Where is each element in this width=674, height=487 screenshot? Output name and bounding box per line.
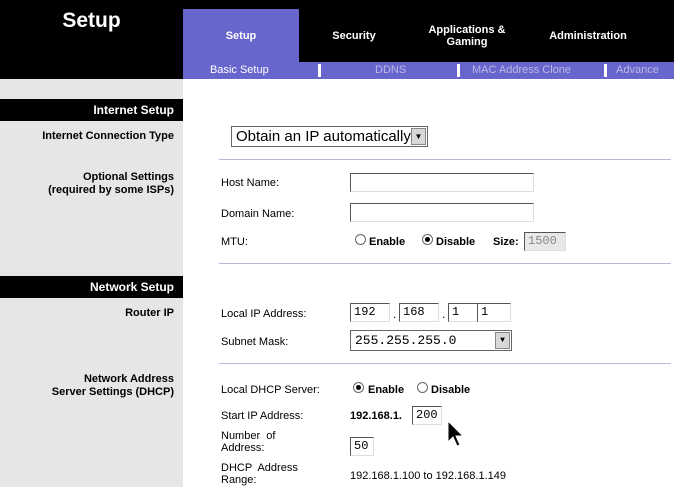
page-title: Setup bbox=[62, 9, 121, 32]
divider bbox=[219, 159, 671, 160]
mtu-disable-radio[interactable] bbox=[422, 234, 433, 245]
number-of-address-label-line1: Number of bbox=[221, 430, 276, 442]
domain-name-input[interactable] bbox=[350, 203, 534, 222]
tab-administration[interactable]: Administration bbox=[523, 9, 653, 62]
start-ip-prefix: 192.168.1. bbox=[350, 410, 402, 422]
dhcp-range-label: DHCP Address Range: bbox=[221, 462, 298, 487]
ip-octet-1-input[interactable]: 192 bbox=[350, 303, 390, 322]
subtab-separator bbox=[604, 64, 607, 77]
subtab-basic-setup[interactable]: Basic Setup bbox=[210, 62, 269, 79]
number-of-address-label: Number of Address: bbox=[221, 430, 275, 454]
dhcp-disable-label: Disable bbox=[431, 384, 471, 396]
subtab-mac-address-clone[interactable]: MAC Address Clone bbox=[472, 62, 571, 79]
domain-name-label: Domain Name: bbox=[221, 208, 295, 220]
label-optional-settings-note: (required by some ISPs) bbox=[48, 184, 174, 196]
host-name-input[interactable] bbox=[350, 173, 534, 192]
ip-octet-2-input[interactable]: 168 bbox=[399, 303, 439, 322]
mtu-enable-label: Enable bbox=[369, 236, 406, 248]
mtu-size-label: Size: bbox=[493, 236, 519, 248]
dhcp-enable-label: Enable bbox=[368, 384, 405, 396]
ip-dot: . bbox=[393, 307, 397, 321]
label-router-ip: Router IP bbox=[125, 307, 174, 319]
label-dhcp-settings: Server Settings (DHCP) bbox=[51, 386, 174, 398]
connection-type-select[interactable]: Obtain an IP automatically ▼ bbox=[231, 126, 428, 147]
label-connection-type: Internet Connection Type bbox=[42, 130, 174, 142]
start-ip-label: Start IP Address: bbox=[221, 410, 304, 422]
tab-security[interactable]: Security bbox=[301, 9, 407, 62]
label-optional-settings: Optional Settings bbox=[82, 171, 174, 183]
number-of-address-input[interactable]: 50 bbox=[350, 437, 374, 456]
subtab-separator bbox=[457, 64, 460, 77]
divider bbox=[219, 363, 671, 364]
sidebar: Internet Setup Internet Connection Type … bbox=[0, 79, 183, 487]
main-content: Obtain an IP automatically ▼ Host Name: … bbox=[183, 79, 674, 487]
mtu-disable-label: Disable bbox=[436, 236, 476, 248]
mtu-enable-radio[interactable] bbox=[355, 234, 366, 245]
local-ip-label: Local IP Address: bbox=[221, 308, 307, 320]
dhcp-range-value: 192.168.1.100 to 192.168.1.149 bbox=[350, 470, 506, 482]
mtu-label: MTU: bbox=[221, 236, 248, 248]
connection-type-value: Obtain an IP automatically bbox=[236, 128, 411, 145]
ip-dot: . bbox=[442, 307, 446, 321]
ip-octet-4-input[interactable]: 1 bbox=[477, 303, 511, 322]
subnet-mask-label: Subnet Mask: bbox=[221, 336, 289, 348]
tab-setup[interactable]: Setup bbox=[183, 9, 299, 62]
dhcp-disable-radio[interactable] bbox=[417, 382, 428, 393]
dhcp-server-label: Local DHCP Server: bbox=[221, 384, 320, 396]
mouse-cursor-icon bbox=[447, 420, 465, 447]
subtab-separator bbox=[318, 64, 321, 77]
chevron-down-icon[interactable]: ▼ bbox=[495, 332, 510, 349]
subnet-mask-value: 255.255.255.0 bbox=[355, 333, 457, 348]
number-of-address-label-line2: Address: bbox=[221, 442, 265, 454]
host-name-label: Host Name: bbox=[221, 177, 280, 189]
header-title-block: Setup bbox=[0, 0, 183, 79]
sub-tab-bar: Basic Setup DDNS MAC Address Clone Advan… bbox=[183, 62, 674, 79]
dhcp-range-label-line1: DHCP Address bbox=[221, 462, 298, 474]
dhcp-range-label-line2: Range: bbox=[221, 474, 257, 486]
section-internet-setup: Internet Setup bbox=[0, 99, 183, 121]
subtab-advanced[interactable]: Advance bbox=[616, 62, 659, 79]
subnet-mask-select[interactable]: 255.255.255.0 ▼ bbox=[350, 330, 512, 351]
dhcp-enable-radio[interactable] bbox=[353, 382, 364, 393]
mtu-size-input[interactable]: 1500 bbox=[524, 232, 566, 251]
label-network-address: Network Address bbox=[83, 373, 174, 385]
start-ip-input[interactable]: 200 bbox=[412, 406, 442, 425]
main-tab-bar: Setup Security Applications & Gaming Adm… bbox=[183, 0, 674, 62]
section-network-setup: Network Setup bbox=[0, 276, 183, 298]
subtab-ddns[interactable]: DDNS bbox=[375, 62, 406, 79]
chevron-down-icon[interactable]: ▼ bbox=[411, 128, 426, 145]
tab-applications-gaming[interactable]: Applications & Gaming bbox=[421, 9, 513, 62]
divider bbox=[219, 263, 671, 264]
